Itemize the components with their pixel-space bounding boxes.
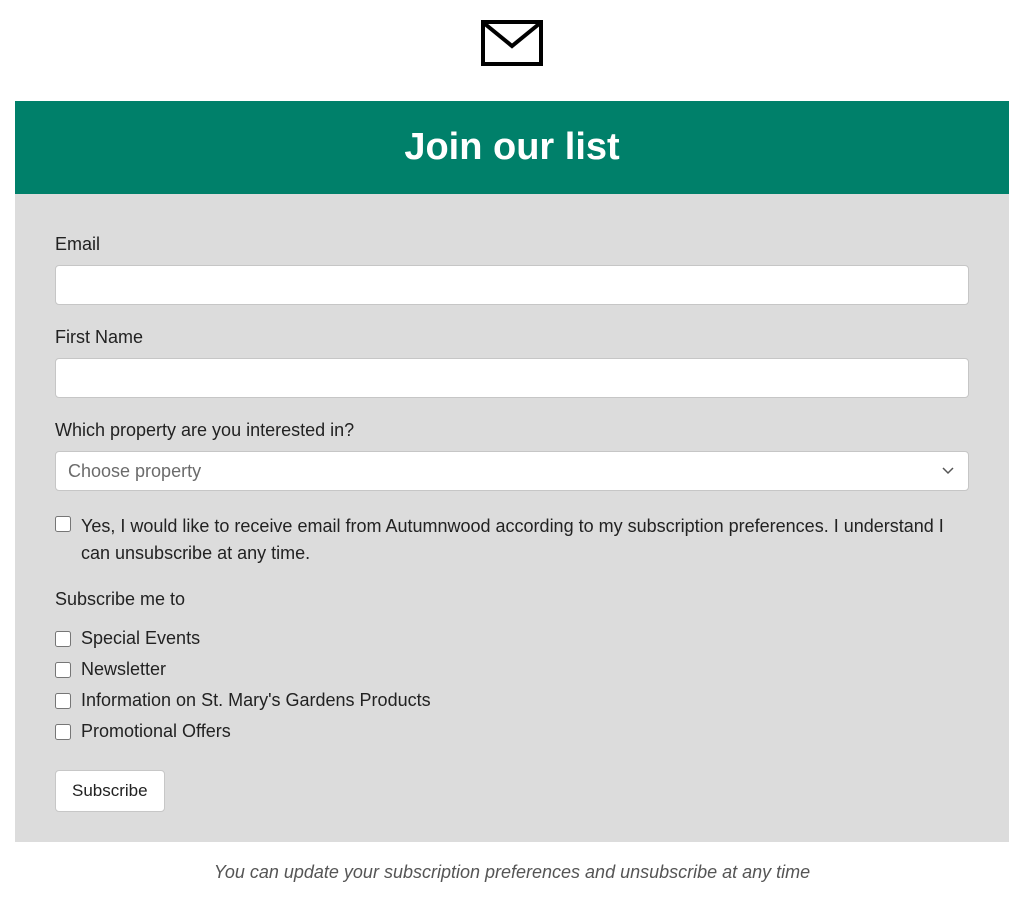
subscribe-options: Special Events Newsletter Information on… — [55, 628, 969, 742]
option-row: Special Events — [55, 628, 969, 649]
option-row: Information on St. Mary's Gardens Produc… — [55, 690, 969, 711]
option-row: Promotional Offers — [55, 721, 969, 742]
mail-icon — [15, 20, 1009, 71]
option-label: Promotional Offers — [81, 721, 231, 742]
firstname-label: First Name — [55, 327, 969, 348]
option-label: Information on St. Mary's Gardens Produc… — [81, 690, 431, 711]
option-checkbox-promotional[interactable] — [55, 724, 71, 740]
option-checkbox-newsletter[interactable] — [55, 662, 71, 678]
subscribe-heading: Subscribe me to — [55, 589, 969, 610]
option-checkbox-stmarys[interactable] — [55, 693, 71, 709]
property-label: Which property are you interested in? — [55, 420, 969, 441]
form-title: Join our list — [404, 126, 619, 168]
property-select[interactable]: Choose property — [55, 451, 969, 491]
firstname-group: First Name — [55, 327, 969, 398]
option-label: Special Events — [81, 628, 200, 649]
email-input[interactable] — [55, 265, 969, 305]
consent-row: Yes, I would like to receive email from … — [55, 513, 969, 567]
form-body: Email First Name Which property are you … — [15, 194, 1009, 842]
email-group: Email — [55, 234, 969, 305]
option-checkbox-special-events[interactable] — [55, 631, 71, 647]
property-group: Which property are you interested in? Ch… — [55, 420, 969, 491]
email-label: Email — [55, 234, 969, 255]
firstname-input[interactable] — [55, 358, 969, 398]
option-row: Newsletter — [55, 659, 969, 680]
form-header: Join our list — [15, 101, 1009, 194]
consent-checkbox[interactable] — [55, 516, 71, 532]
footer-note: You can update your subscription prefere… — [15, 862, 1009, 883]
consent-label: Yes, I would like to receive email from … — [81, 513, 969, 567]
option-label: Newsletter — [81, 659, 166, 680]
subscribe-button[interactable]: Subscribe — [55, 770, 165, 812]
